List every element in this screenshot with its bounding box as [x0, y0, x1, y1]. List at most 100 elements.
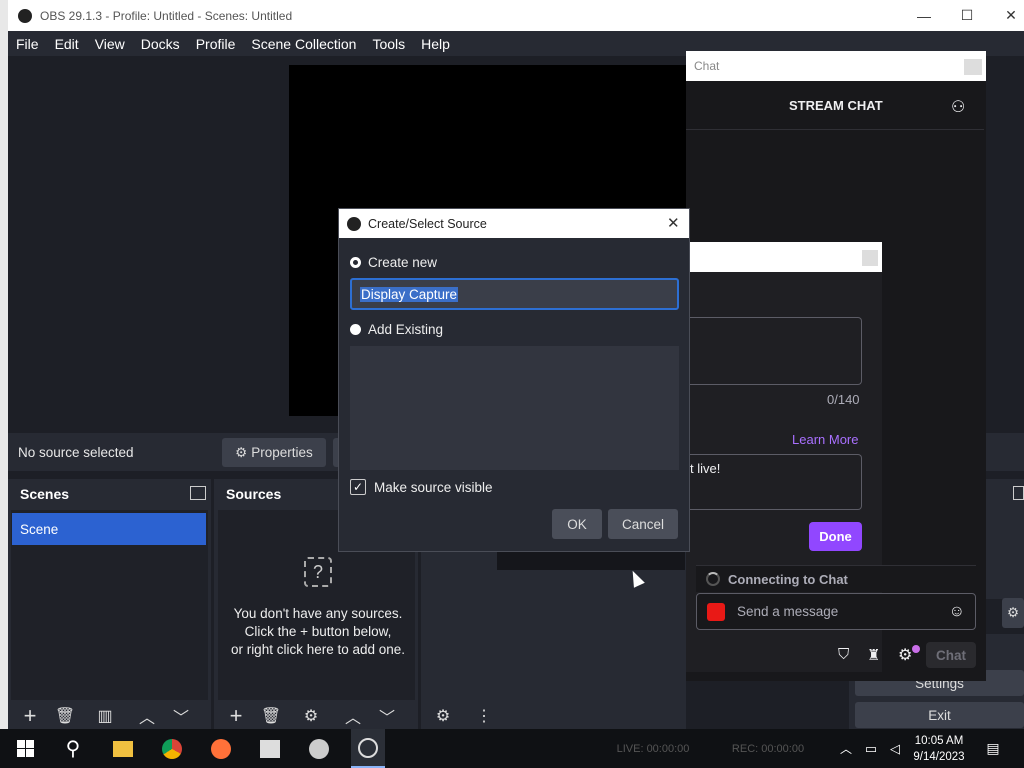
move-down-icon[interactable]: ﹀	[170, 704, 192, 728]
existing-sources-list[interactable]	[350, 346, 679, 470]
obs-logo-icon	[347, 216, 361, 231]
create-select-source-dialog: Create/Select Source ✕ Create new Displa…	[338, 208, 690, 552]
chat-dock: Chat STREAM CHAT ⚇ 0/140 Learn More t li…	[686, 51, 986, 681]
clock-date: 9/14/2023	[913, 750, 965, 763]
add-scene-icon[interactable]: +	[18, 703, 42, 728]
menu-view[interactable]: View	[95, 36, 125, 52]
ok-button[interactable]: OK	[552, 509, 602, 539]
exit-button[interactable]: Exit	[855, 702, 1024, 728]
notification-text: t live!	[690, 461, 721, 476]
add-existing-option[interactable]: Add Existing	[350, 322, 443, 337]
gear-icon: ⚙	[235, 444, 248, 460]
scene-item[interactable]: Scene	[12, 513, 206, 545]
stream-chat-header: STREAM CHAT	[789, 98, 883, 113]
help-question-icon: ?	[304, 557, 332, 587]
undock-icon[interactable]	[1013, 486, 1024, 500]
character-counter: 0/140	[827, 392, 860, 407]
move-up-icon[interactable]: ︿	[136, 704, 158, 728]
radio-selected[interactable]	[350, 257, 361, 268]
chat-popup-titlebar	[686, 242, 882, 272]
dialog-close-button[interactable]: ✕	[667, 214, 680, 232]
maximize-button[interactable]: ☐	[944, 0, 990, 31]
no-source-label: No source selected	[18, 445, 134, 460]
menu-profile[interactable]: Profile	[196, 36, 236, 52]
gamepad-icon[interactable]	[302, 729, 336, 768]
chat-button[interactable]: Chat	[926, 642, 976, 668]
source-name-input[interactable]: Display Capture	[350, 278, 679, 310]
move-down-icon[interactable]: ﹀	[376, 704, 398, 728]
empty-line: Click the + button below,	[244, 624, 392, 639]
menu-docks[interactable]: Docks	[141, 36, 180, 52]
notification-textarea[interactable]: t live!	[686, 454, 862, 510]
empty-line: You don't have any sources.	[233, 606, 403, 621]
trash-icon[interactable]: 🗑	[260, 704, 282, 728]
chat-settings-icon[interactable]: ⚙	[898, 645, 912, 665]
popup-close-button[interactable]	[862, 250, 878, 266]
add-source-icon[interactable]: +	[224, 703, 248, 728]
menu-tools[interactable]: Tools	[372, 36, 405, 52]
notification-dot	[912, 645, 920, 653]
chat-dock-title: Chat	[694, 59, 720, 73]
tray-chevron-icon[interactable]: ︿	[838, 729, 854, 768]
notifications-icon[interactable]: ▤	[980, 729, 1006, 768]
menu-edit[interactable]: Edit	[55, 36, 79, 52]
obs-taskbar-icon[interactable]	[351, 729, 385, 768]
cancel-button[interactable]: Cancel	[608, 509, 678, 539]
network-icon[interactable]: ▭	[860, 729, 882, 768]
undock-icon[interactable]	[190, 486, 206, 500]
trophy-icon[interactable]: ♜	[867, 646, 880, 664]
sources-empty-message: You don't have any sources. Click the + …	[218, 605, 418, 659]
title-textarea[interactable]	[686, 317, 862, 385]
filter-icon[interactable]: ▥	[94, 704, 116, 728]
left-edge	[0, 0, 8, 733]
make-visible-checkbox[interactable]: ✓ Make source visible	[350, 479, 493, 495]
create-new-label: Create new	[368, 255, 438, 270]
properties-button[interactable]: ⚙ Properties	[222, 438, 326, 467]
gear-icon[interactable]: ⚙	[300, 704, 322, 728]
live-status: LIVE: 00:00:00	[616, 742, 690, 755]
done-button[interactable]: Done	[809, 522, 862, 551]
mixer-area	[497, 550, 685, 570]
gear-icon[interactable]: ⚙	[1002, 598, 1024, 628]
empty-line: or right click here to add one.	[230, 642, 406, 657]
properties-label: Properties	[251, 445, 313, 460]
window-titlebar: OBS 29.1.3 - Profile: Untitled - Scenes:…	[8, 0, 1024, 31]
trash-icon[interactable]: 🗑	[54, 704, 76, 728]
connecting-label: Connecting to Chat	[728, 571, 848, 587]
close-window-button[interactable]: ✕	[988, 0, 1024, 31]
divider	[686, 129, 984, 130]
checkbox-checked-icon[interactable]: ✓	[350, 479, 366, 495]
move-up-icon[interactable]: ︿	[342, 704, 364, 728]
camera-icon	[707, 602, 725, 621]
menu-file[interactable]: File	[16, 36, 39, 52]
dialog-titlebar: Create/Select Source ✕	[339, 209, 689, 238]
7zip-icon[interactable]	[253, 729, 287, 768]
emoji-icon[interactable]: ☺	[949, 603, 965, 621]
transitions-bar	[986, 433, 1024, 471]
users-icon[interactable]: ⚇	[951, 97, 965, 117]
radio-unselected[interactable]	[350, 324, 361, 335]
minimize-button[interactable]: —	[901, 0, 947, 31]
dialog-title: Create/Select Source	[368, 216, 487, 231]
menu-help[interactable]: Help	[421, 36, 450, 52]
menu-scene-collection[interactable]: Scene Collection	[251, 36, 356, 52]
clock[interactable]: 10:05 AM 9/14/2023	[908, 729, 970, 768]
scenes-title: Scenes	[20, 486, 70, 502]
search-icon[interactable]: ⚲	[56, 729, 90, 768]
file-explorer-icon[interactable]	[106, 729, 140, 768]
connecting-banner: Connecting to Chat	[696, 565, 976, 592]
advanced-audio-icon[interactable]: ⚙	[432, 704, 454, 728]
make-visible-label: Make source visible	[374, 479, 493, 495]
more-options-icon[interactable]: ⋮	[474, 704, 494, 728]
learn-more-link[interactable]: Learn More	[792, 432, 858, 447]
shield-icon[interactable]: ⛉	[838, 646, 849, 663]
volume-icon[interactable]: ◁	[884, 729, 906, 768]
sources-title: Sources	[226, 486, 282, 502]
float-button[interactable]	[964, 59, 982, 75]
firefox-icon[interactable]	[204, 729, 238, 768]
send-message-input[interactable]: Send a message ☺	[696, 593, 976, 630]
obs-logo-icon	[18, 8, 32, 23]
create-new-option[interactable]: Create new	[350, 255, 437, 270]
chrome-icon[interactable]	[155, 729, 189, 768]
windows-start-icon[interactable]	[8, 729, 42, 768]
